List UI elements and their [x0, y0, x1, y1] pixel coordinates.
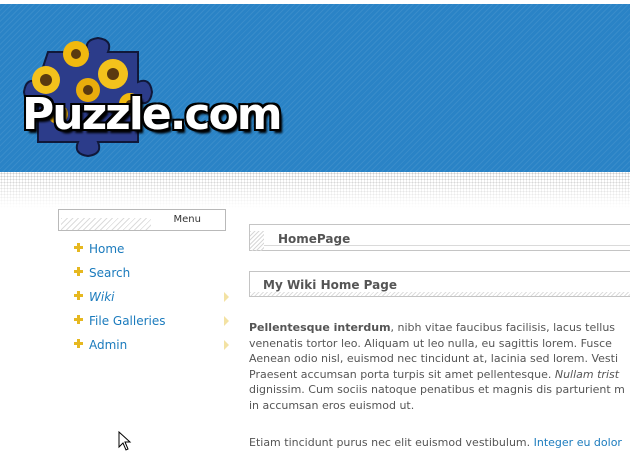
page-title-bar: HomePage	[249, 224, 630, 251]
plus-icon	[74, 315, 83, 324]
wiki-heading: My Wiki Home Page	[263, 278, 397, 292]
plus-icon	[74, 243, 83, 252]
plus-icon	[74, 339, 83, 348]
submenu-arrow-icon[interactable]	[224, 292, 229, 302]
sidebar-item-search[interactable]: Search	[74, 264, 234, 288]
body-paragraph: Pellentesque interdum, nibh vitae faucib…	[249, 320, 630, 413]
paragraph-text: Etiam tincidunt purus nec elit euismod v…	[249, 436, 534, 449]
paragraph-line: Pellentesque interdum, nibh vitae faucib…	[249, 320, 630, 336]
mouse-cursor-icon	[118, 431, 132, 451]
title-bar-stripes	[250, 231, 264, 251]
paragraph-line: venenatis tortor leo. Aliquam ut leo nul…	[249, 336, 612, 350]
sidebar-item-wiki[interactable]: Wiki	[74, 288, 234, 312]
page-title[interactable]: HomePage	[278, 232, 350, 246]
submenu-arrow-icon[interactable]	[224, 340, 229, 350]
paragraph-line: in accumsan eros euismod ut.	[249, 398, 415, 412]
heading-bar-stripes	[250, 292, 630, 296]
sidebar-item-home[interactable]: Home	[74, 240, 234, 264]
italic-text: Nullam trist	[554, 367, 620, 381]
paragraph-link[interactable]: Integer eu dolor	[534, 436, 622, 449]
paragraph-line: Aenean odio nisl, euismod nec tincidunt …	[249, 352, 619, 365]
sidebar-item-label[interactable]: Wiki	[89, 288, 114, 306]
menu-title: Menu	[173, 214, 201, 225]
paragraph-line: Praesent accumsan porta turpis sit amet …	[249, 367, 630, 383]
logo-text[interactable]: Puzzle.com	[22, 89, 283, 140]
sidebar-menu: Home Search Wiki File Galleries Admin	[74, 240, 234, 360]
submenu-arrow-icon[interactable]	[224, 316, 229, 326]
second-paragraph: Etiam tincidunt purus nec elit euismod v…	[249, 436, 630, 449]
bold-text: Pellentesque interdum	[249, 321, 391, 334]
wiki-heading-bar: My Wiki Home Page	[249, 271, 630, 297]
paragraph-text: , nibh vitae faucibus facilisis, lacus t…	[390, 321, 616, 334]
sidebar-item-label[interactable]: Search	[89, 264, 130, 282]
menu-header-stripes	[61, 218, 151, 230]
paragraph-line: dignissim. Cum sociis natoque penatibus …	[249, 383, 625, 396]
paragraph-text: Praesent accumsan porta turpis sit amet …	[249, 367, 555, 381]
menu-header-box: Menu	[58, 209, 226, 231]
header-dot-fade	[0, 172, 630, 208]
plus-icon	[74, 267, 83, 276]
sidebar-item-file-galleries[interactable]: File Galleries	[74, 312, 234, 336]
sidebar-item-label[interactable]: File Galleries	[89, 312, 166, 330]
site-header: Puzzle.com	[0, 0, 630, 172]
sidebar-item-label[interactable]: Admin	[89, 336, 127, 354]
sidebar-item-label[interactable]: Home	[89, 240, 124, 258]
plus-icon	[74, 291, 83, 300]
sidebar-item-admin[interactable]: Admin	[74, 336, 234, 360]
